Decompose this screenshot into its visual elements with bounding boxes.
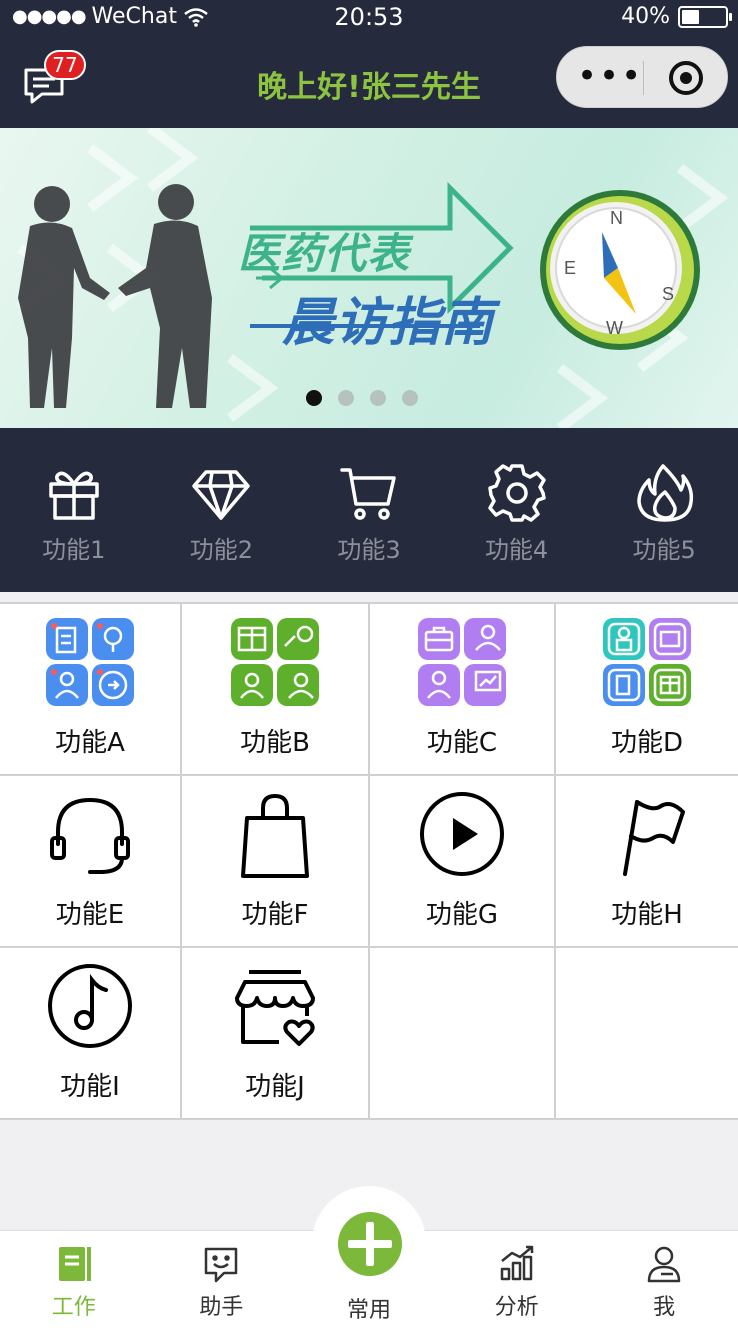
tab-analysis[interactable]: 分析 [443, 1231, 591, 1328]
diamond-icon [192, 470, 251, 520]
grid-label: 功能I [60, 1072, 120, 1102]
user-icon [647, 1246, 681, 1283]
grid-item-d[interactable]: 功能D [556, 604, 738, 774]
compass-e: E [564, 258, 576, 278]
grid-row: 功能E 功能F 功能G 功能H [0, 776, 738, 948]
quick-functions: 功能1 功能2 功能3 功能4 功能5 [0, 428, 738, 592]
quick-item-1[interactable]: 功能1 [0, 428, 148, 592]
flag-icon [623, 800, 685, 876]
tab-label: 我 [653, 1295, 676, 1320]
tab-assistant[interactable]: 助手 [148, 1231, 296, 1328]
headset-icon [50, 797, 130, 874]
grid-label: 功能C [426, 728, 498, 758]
grid-item-a[interactable]: 功能A [0, 604, 182, 774]
grid-label: 功能D [610, 728, 684, 758]
carousel-indicators [306, 390, 418, 406]
compass-n: N [610, 208, 623, 228]
app-header: 77 晚上好!张三先生 ••• [0, 36, 738, 128]
grid-label: 功能J [245, 1072, 305, 1102]
music-note-icon [48, 964, 132, 1048]
functions-grid: 功能A 功能B 功能C 功能D 功能E 功能F 功能G 功能H 功能I 功能J [0, 602, 738, 1120]
carousel-dot[interactable] [306, 390, 322, 406]
status-right: 40% [621, 4, 732, 29]
grid-item-b[interactable]: 功能B [182, 604, 370, 774]
banner-carousel[interactable]: N E S W 医药代表 晨访指南 [0, 128, 738, 428]
more-button[interactable]: ••• [577, 59, 641, 93]
green-tiles-icon [231, 618, 319, 706]
chat-smile-icon [205, 1247, 238, 1283]
grid-row: 功能A 功能B 功能C 功能D [0, 604, 738, 776]
mini-program-capsule: ••• [556, 46, 728, 108]
tab-label: 分析 [494, 1295, 539, 1320]
blue-tiles-icon [46, 618, 134, 706]
gear-icon [487, 464, 546, 522]
store-heart-icon [235, 970, 315, 1046]
close-target-button[interactable] [669, 61, 703, 95]
quick-label-1: 功能1 [42, 536, 106, 564]
bar-chart-icon [500, 1245, 533, 1281]
compass-w: W [606, 318, 623, 338]
flame-icon [637, 464, 694, 522]
multicolor-tiles-icon [603, 618, 691, 706]
grid-label: 功能E [55, 900, 125, 930]
quick-label-2: 功能2 [189, 536, 254, 564]
plus-icon[interactable] [338, 1212, 402, 1276]
quick-item-4[interactable]: 功能4 [443, 428, 591, 592]
quick-item-2[interactable]: 功能2 [148, 428, 296, 592]
banner-title-line1: 医药代表 [238, 229, 411, 278]
grid-label: 功能H [611, 900, 683, 930]
carousel-dot[interactable] [402, 390, 418, 406]
purple-tiles-icon [418, 618, 506, 706]
status-bar: ●●●●● WeChat 20:53 40% [0, 0, 738, 36]
grid-label: 功能B [240, 728, 310, 758]
grid-label: 功能A [55, 728, 125, 758]
grid-item-e[interactable]: 功能E [0, 776, 182, 946]
compass-s: S [662, 284, 674, 304]
grid-label: 功能G [425, 900, 499, 930]
carousel-dot[interactable] [338, 390, 354, 406]
tab-label: 助手 [199, 1295, 244, 1320]
tab-common-label: 常用 [346, 1298, 391, 1323]
capsule-divider [643, 61, 644, 95]
quick-item-5[interactable]: 功能5 [590, 428, 738, 592]
grid-row: 功能I 功能J [0, 948, 738, 1120]
battery-fill [682, 9, 699, 24]
cart-icon [340, 468, 396, 520]
grid-item-c[interactable]: 功能C [370, 604, 556, 774]
grid-item-g[interactable]: 功能G [370, 776, 556, 946]
notebook-icon [58, 1247, 91, 1281]
grid-empty-cell [556, 948, 738, 1118]
grid-label: 功能F [241, 900, 309, 930]
tab-me[interactable]: 我 [590, 1231, 738, 1328]
battery-icon [678, 5, 732, 28]
shopping-bag-icon [241, 794, 309, 878]
quick-label-5: 功能5 [632, 536, 696, 564]
quick-label-4: 功能4 [484, 536, 549, 564]
quick-item-3[interactable]: 功能3 [295, 428, 443, 592]
gift-icon [49, 471, 99, 520]
battery-percent: 40% [621, 4, 670, 29]
grid-empty-cell [370, 948, 556, 1118]
play-icon [420, 792, 504, 876]
grid-item-h[interactable]: 功能H [556, 776, 738, 946]
banner-title-line2: 晨访指南 [282, 293, 495, 353]
grid-item-f[interactable]: 功能F [182, 776, 370, 946]
carousel-dot[interactable] [370, 390, 386, 406]
tab-work[interactable]: 工作 [0, 1231, 148, 1328]
grid-item-i[interactable]: 功能I [0, 948, 182, 1118]
grid-item-j[interactable]: 功能J [182, 948, 370, 1118]
tab-label: 工作 [51, 1295, 96, 1320]
quick-label-3: 功能3 [337, 536, 401, 564]
